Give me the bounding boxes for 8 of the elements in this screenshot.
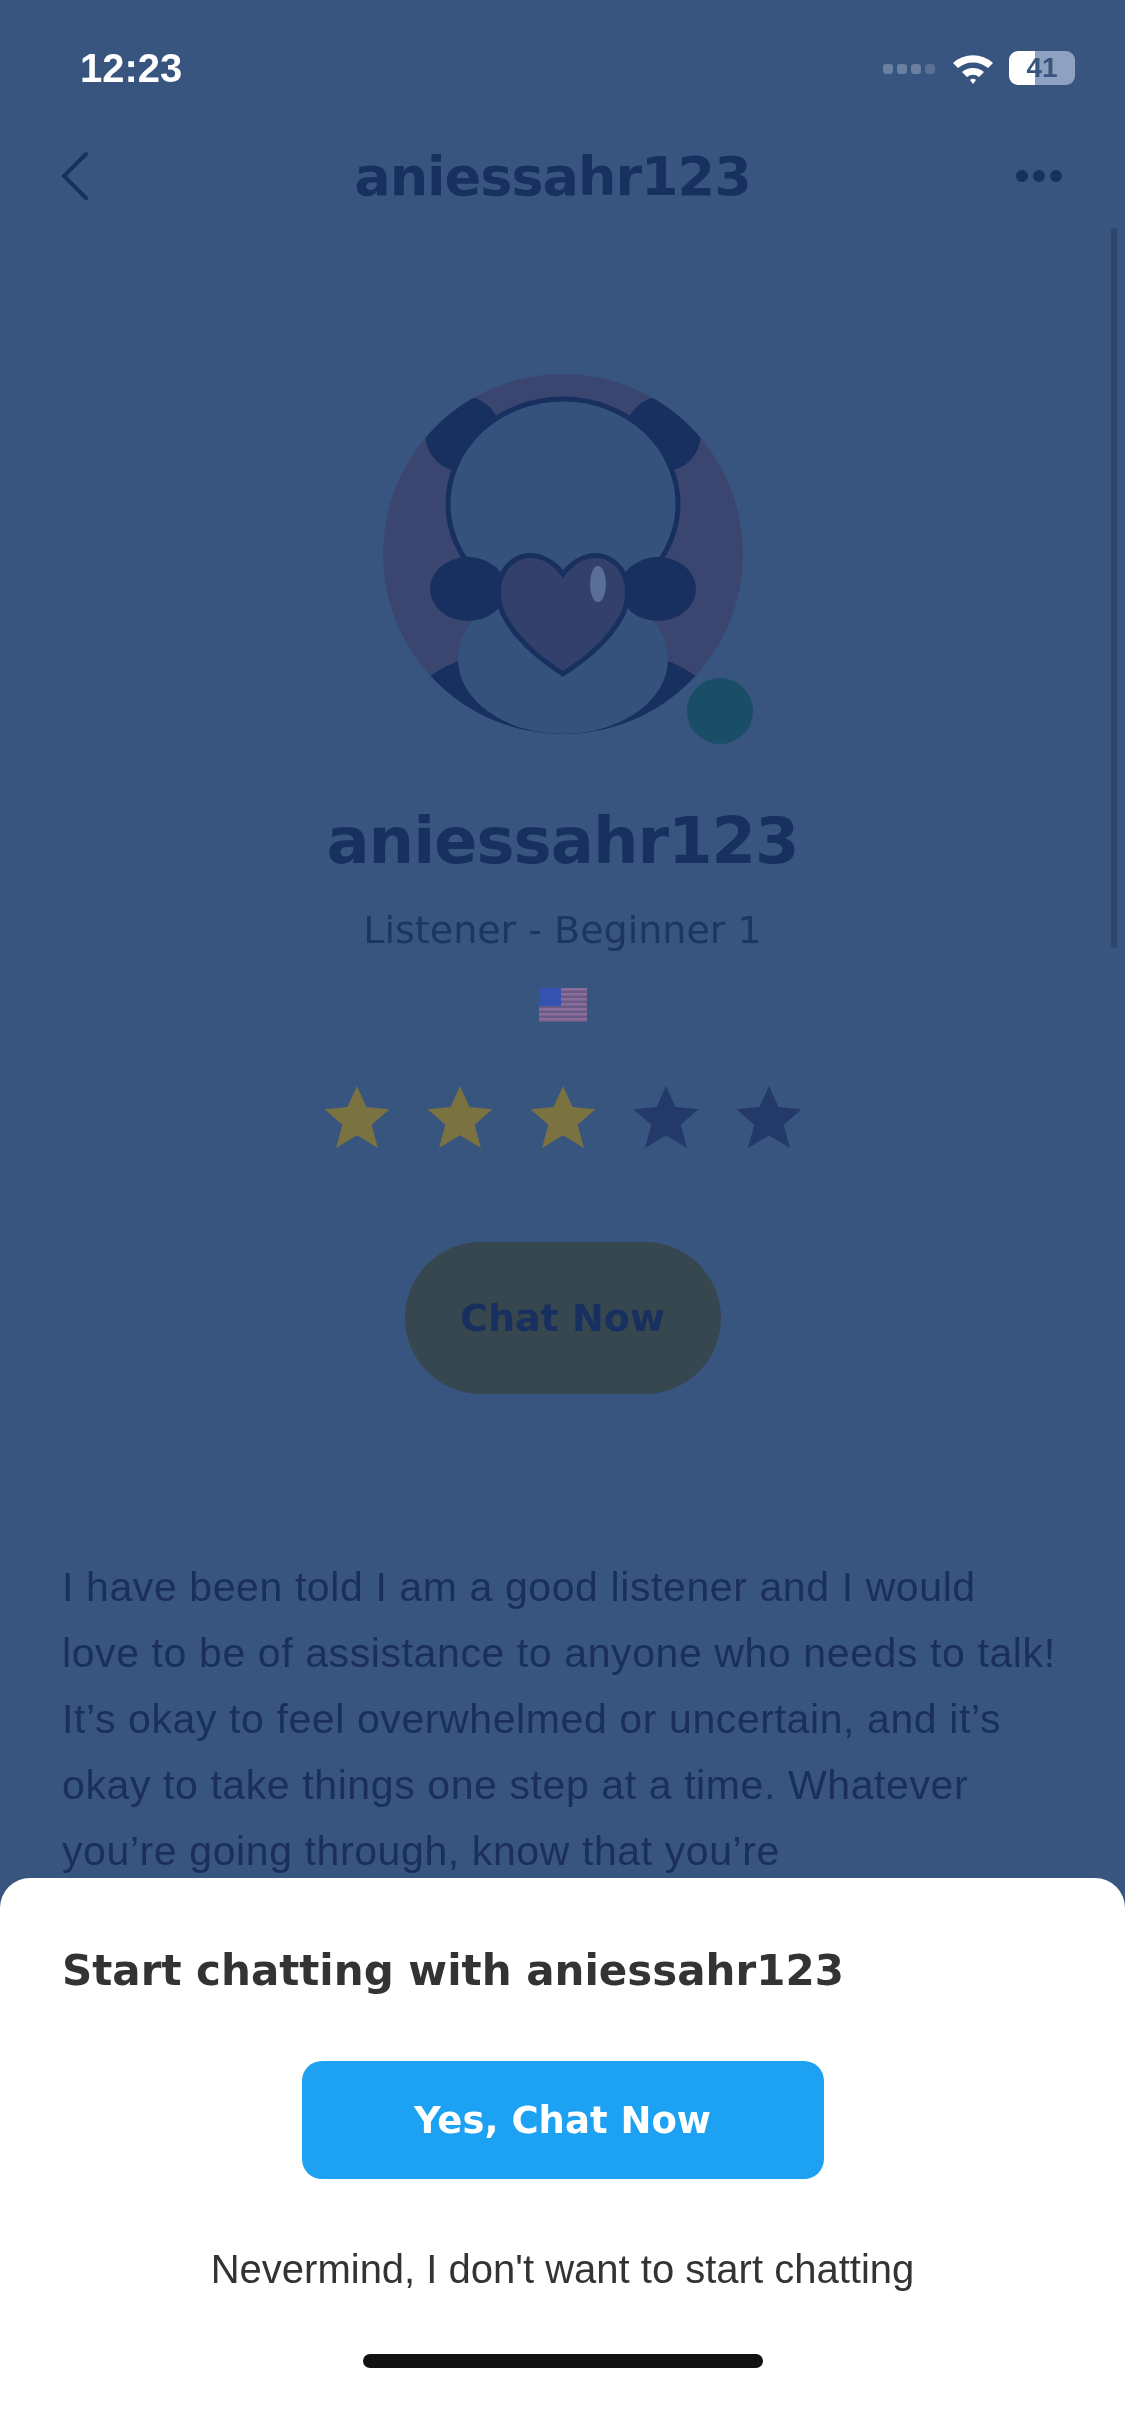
status-time: 12:23 (80, 45, 183, 91)
signal-icon (883, 61, 937, 75)
more-icon[interactable] (1015, 169, 1063, 183)
flag-icon (538, 988, 587, 1022)
sheet-title: Start chatting with aniessahr123 (62, 1946, 844, 1995)
cancel-link[interactable]: Nevermind, I don't want to start chatting (204, 2241, 921, 2298)
confirm-button[interactable]: Yes, Chat Now (301, 2061, 824, 2179)
back-icon[interactable] (60, 151, 90, 201)
